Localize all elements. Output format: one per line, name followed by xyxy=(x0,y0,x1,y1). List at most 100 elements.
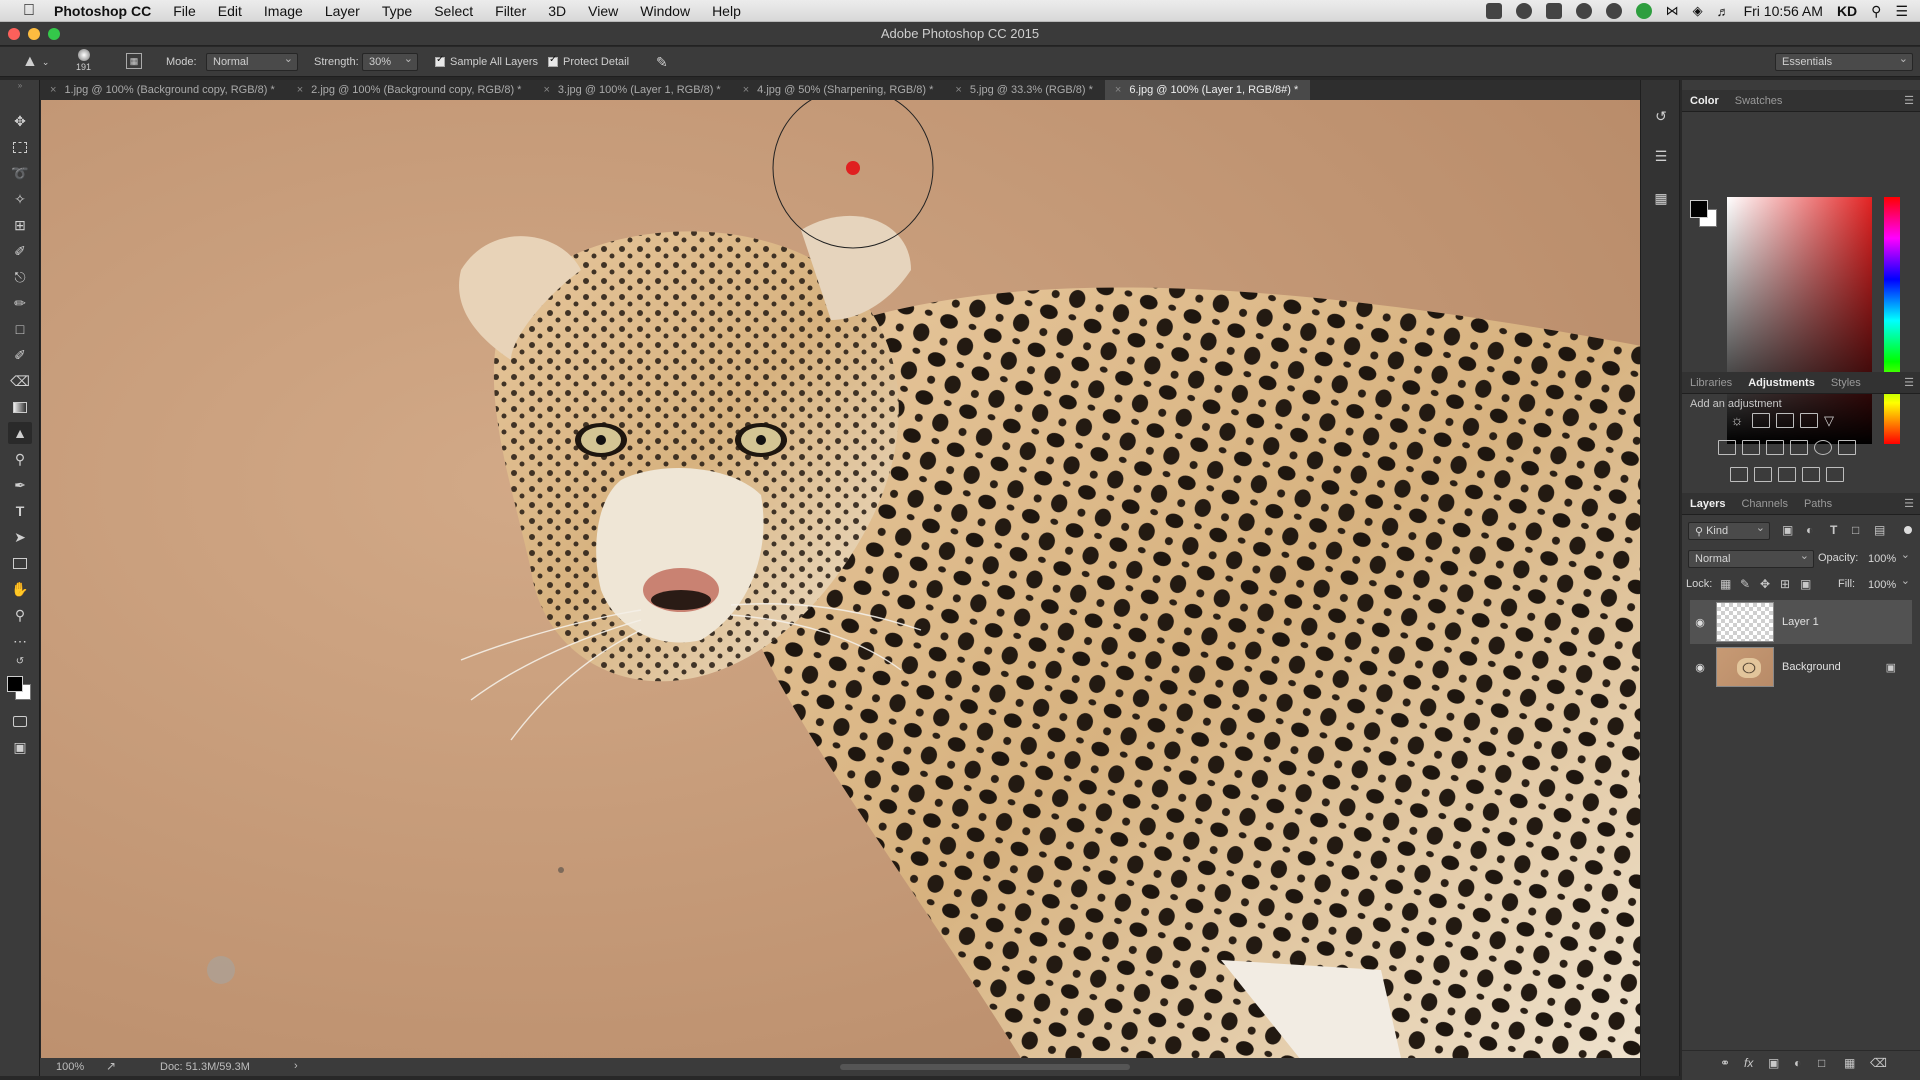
layer-filter-kind-select[interactable]: ⚲ Kind xyxy=(1688,521,1770,540)
layers-panel-menu-icon[interactable]: ☰ xyxy=(1904,497,1914,510)
color-panel-foreground-swatch[interactable] xyxy=(1690,200,1708,218)
document-tab[interactable]: × 4.jpg @ 50% (Sharpening, RGB/8) * xyxy=(733,80,946,100)
sharpen-tool-icon[interactable]: ▲ xyxy=(8,422,32,444)
menu-image[interactable]: Image xyxy=(253,3,314,19)
tab-libraries[interactable]: Libraries xyxy=(1682,377,1740,389)
volume-icon[interactable]: ♬ xyxy=(1717,4,1730,19)
dropbox-icon[interactable] xyxy=(1485,3,1502,19)
pressure-strength-icon[interactable]: ✎ xyxy=(656,53,668,71)
lock-artboard-icon[interactable]: ⊞ xyxy=(1780,577,1790,591)
delete-layer-icon[interactable]: ⌫ xyxy=(1870,1056,1887,1070)
menu-select[interactable]: Select xyxy=(423,3,484,19)
properties-panel-icon[interactable]: ☰ xyxy=(1651,146,1671,166)
color-lookup-icon[interactable] xyxy=(1838,440,1856,455)
screen-mode-icon[interactable]: ▣ xyxy=(8,736,32,758)
filter-adjustment-layers-icon[interactable]: ◐ xyxy=(1806,523,1813,537)
menu-edit[interactable]: Edit xyxy=(207,3,253,19)
brush-preset-picker[interactable]: 191 xyxy=(76,49,91,75)
layer-style-fx-icon[interactable]: fx xyxy=(1744,1056,1753,1070)
hue-slider[interactable] xyxy=(1884,197,1900,444)
lock-all-icon[interactable]: ▣ xyxy=(1800,577,1811,591)
move-tool-icon[interactable]: ✥ xyxy=(8,110,32,132)
menu-help[interactable]: Help xyxy=(701,3,752,19)
menu-file[interactable]: File xyxy=(162,3,207,19)
layer-name[interactable]: Layer 1 xyxy=(1782,616,1819,628)
rectangle-tool-icon[interactable] xyxy=(8,552,32,574)
status-menu-arrow-icon[interactable]: › xyxy=(294,1060,298,1072)
link-layers-icon[interactable]: ⚭ xyxy=(1720,1056,1730,1070)
close-tab-icon[interactable]: × xyxy=(297,84,303,96)
sample-all-layers-checkbox[interactable]: Sample All Layers xyxy=(435,53,538,71)
apple-menu-icon[interactable]:  xyxy=(18,2,40,20)
pen-tool-icon[interactable]: ✒ xyxy=(8,474,32,496)
bluetooth-icon[interactable]: ⋈ xyxy=(1666,3,1679,19)
layer-row-layer-1[interactable]: ◉ Layer 1 xyxy=(1690,600,1912,644)
toolbox-collapse-icon[interactable]: » xyxy=(8,80,32,90)
clone-stamp-tool-icon[interactable]: □ xyxy=(8,318,32,340)
user-name[interactable]: KD xyxy=(1837,3,1857,19)
filter-pixel-layers-icon[interactable]: ▣ xyxy=(1782,523,1793,537)
curves-icon[interactable] xyxy=(1776,413,1794,428)
workspace-switcher[interactable]: Essentials xyxy=(1775,52,1913,71)
share-icon[interactable]: ↗ xyxy=(106,1059,116,1073)
gradient-tool-icon[interactable] xyxy=(8,396,32,418)
close-tab-icon[interactable]: × xyxy=(955,84,961,96)
quick-mask-icon[interactable] xyxy=(8,710,32,732)
menu-type[interactable]: Type xyxy=(371,3,423,19)
filter-type-layers-icon[interactable]: T xyxy=(1830,523,1837,537)
horizontal-scroll-thumb[interactable] xyxy=(840,1064,1130,1070)
zoom-level[interactable]: 100% xyxy=(56,1061,84,1073)
history-panel-icon[interactable]: ↺ xyxy=(1651,106,1671,126)
lock-transparent-pixels-icon[interactable]: ▦ xyxy=(1720,577,1731,591)
close-tab-icon[interactable]: × xyxy=(1115,84,1121,96)
new-layer-icon[interactable]: ▦ xyxy=(1844,1056,1855,1070)
invert-icon[interactable] xyxy=(1730,467,1748,482)
fill-input[interactable]: 100% xyxy=(1862,574,1914,594)
tab-color[interactable]: Color xyxy=(1682,95,1727,107)
brush-tool-icon[interactable]: ✏ xyxy=(8,292,32,314)
tab-swatches[interactable]: Swatches xyxy=(1727,95,1791,107)
visibility-eye-icon[interactable]: ◉ xyxy=(1690,661,1710,674)
quick-selection-tool-icon[interactable]: ✧ xyxy=(8,188,32,210)
new-adjustment-layer-icon[interactable]: ◐ xyxy=(1794,1056,1801,1070)
healing-brush-tool-icon[interactable]: ⎋ xyxy=(8,266,32,288)
opacity-input[interactable]: 100% xyxy=(1862,548,1914,568)
eraser-tool-icon[interactable]: ⌫ xyxy=(8,370,32,392)
more-tools-icon[interactable]: ⋯ xyxy=(8,630,32,652)
dodge-tool-icon[interactable]: ⚲ xyxy=(8,448,32,470)
tab-layers[interactable]: Layers xyxy=(1682,498,1733,510)
lock-image-pixels-icon[interactable]: ✎ xyxy=(1740,577,1750,591)
document-tab[interactable]: × 1.jpg @ 100% (Background copy, RGB/8) * xyxy=(40,80,287,100)
vibrance-icon[interactable]: ▽ xyxy=(1824,413,1842,428)
canvas-area[interactable] xyxy=(40,100,1675,1058)
sharpen-tool-preset-icon[interactable]: ▲ ⌄ xyxy=(22,53,49,71)
adjustments-panel-menu-icon[interactable]: ☰ xyxy=(1904,376,1914,389)
status-tray-icon[interactable] xyxy=(1635,3,1652,19)
zoom-window-icon[interactable] xyxy=(48,28,60,40)
close-tab-icon[interactable]: × xyxy=(543,84,549,96)
document-image[interactable] xyxy=(41,100,1663,1058)
filter-smart-objects-icon[interactable]: ▤ xyxy=(1874,523,1885,537)
selective-color-icon[interactable] xyxy=(1826,467,1844,482)
close-tab-icon[interactable]: × xyxy=(50,84,56,96)
gradient-map-icon[interactable] xyxy=(1802,467,1820,482)
channel-mixer-icon[interactable] xyxy=(1814,440,1832,455)
menu-3d[interactable]: 3D xyxy=(537,3,577,19)
document-tab[interactable]: × 3.jpg @ 100% (Layer 1, RGB/8) * xyxy=(533,80,732,100)
visibility-eye-icon[interactable]: ◉ xyxy=(1690,616,1710,629)
document-tab[interactable]: × 5.jpg @ 33.3% (RGB/8) * xyxy=(945,80,1105,100)
filter-toggle-icon[interactable] xyxy=(1904,526,1912,534)
layer-name[interactable]: Background xyxy=(1782,661,1841,673)
mode-select[interactable]: Normal xyxy=(206,52,298,71)
posterize-icon[interactable] xyxy=(1754,467,1772,482)
levels-icon[interactable] xyxy=(1752,413,1770,428)
wifi-icon[interactable]: ◈ xyxy=(1693,3,1703,19)
tab-channels[interactable]: Channels xyxy=(1733,498,1795,510)
tab-paths[interactable]: Paths xyxy=(1796,498,1840,510)
strength-input[interactable]: 30% xyxy=(362,52,418,71)
eyedropper-tool-icon[interactable]: ✐ xyxy=(8,240,32,262)
protect-detail-checkbox[interactable]: Protect Detail xyxy=(548,53,629,71)
marquee-tool-icon[interactable] xyxy=(8,136,32,158)
menu-window[interactable]: Window xyxy=(629,3,701,19)
cloud-sync-icon[interactable] xyxy=(1575,3,1592,19)
